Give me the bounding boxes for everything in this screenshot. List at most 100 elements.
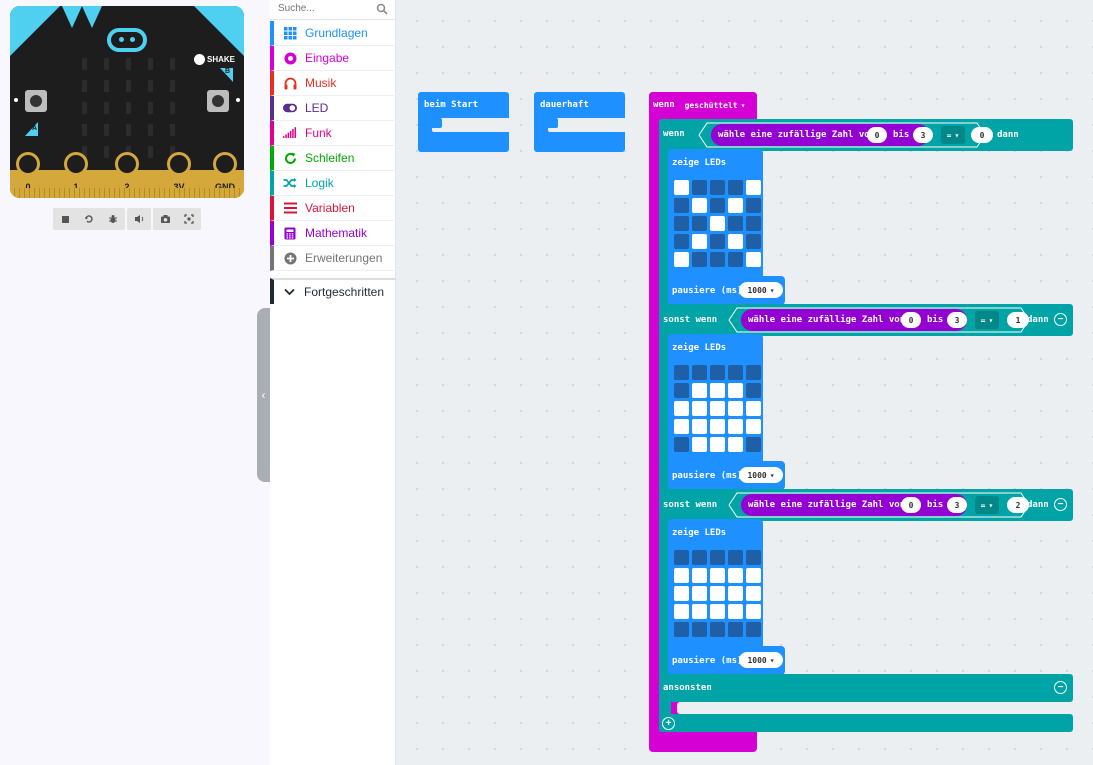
led-cell[interactable] <box>746 401 761 416</box>
led-cell[interactable] <box>710 622 725 637</box>
event-dropdown[interactable]: geschüttelt ▾ <box>679 97 751 113</box>
pause-value-2[interactable]: 1000 ▾ <box>739 652 783 668</box>
led-cell[interactable] <box>692 365 707 380</box>
random-from-1[interactable]: 0 <box>901 312 921 328</box>
led-cell[interactable] <box>728 234 743 249</box>
search-input[interactable] <box>278 3 374 14</box>
led-cell[interactable] <box>674 437 689 452</box>
led-cell[interactable] <box>674 180 689 195</box>
led-cell[interactable] <box>710 383 725 398</box>
led-cell[interactable] <box>746 216 761 231</box>
led-cell[interactable] <box>692 401 707 416</box>
led-cell[interactable] <box>728 586 743 601</box>
led-cell[interactable] <box>674 252 689 267</box>
search-icon[interactable] <box>376 3 388 15</box>
led-cell[interactable] <box>728 622 743 637</box>
pause-value-0[interactable]: 1000 ▾ <box>739 282 783 298</box>
led-cell[interactable] <box>674 419 689 434</box>
led-cell[interactable] <box>692 234 707 249</box>
led-cell[interactable] <box>710 419 725 434</box>
random-to-2[interactable]: 3 <box>947 497 967 513</box>
fullscreen-icon[interactable] <box>177 208 201 230</box>
led-cell[interactable] <box>728 437 743 452</box>
led-cell[interactable] <box>746 586 761 601</box>
led-cell[interactable] <box>710 252 725 267</box>
led-cell[interactable] <box>692 252 707 267</box>
category-logik[interactable]: Logik <box>270 171 396 196</box>
eq-dropdown-0[interactable]: = ▾ <box>943 127 963 143</box>
category-variablen[interactable]: Variablen <box>270 196 396 221</box>
led-cell[interactable] <box>674 401 689 416</box>
led-cell[interactable] <box>692 550 707 565</box>
screenshot-icon[interactable] <box>153 208 177 230</box>
led-cell[interactable] <box>728 252 743 267</box>
led-cell[interactable] <box>710 401 725 416</box>
led-cell[interactable] <box>692 622 707 637</box>
compare-value-2[interactable]: 2 <box>1007 497 1029 513</box>
random-to-0[interactable]: 3 <box>913 127 933 143</box>
category-funk[interactable]: Funk <box>270 121 396 146</box>
pause-value-1[interactable]: 1000 ▾ <box>739 467 783 483</box>
led-cell[interactable] <box>692 216 707 231</box>
led-cell[interactable] <box>674 550 689 565</box>
led-cell[interactable] <box>674 365 689 380</box>
compare-value-1[interactable]: 1 <box>1007 312 1029 328</box>
blocks-workspace[interactable]: beim Start dauerhaft wenn geschüttelt ▾ wenn w… <box>396 0 1093 765</box>
category-advanced[interactable]: Fortgeschritten <box>270 278 396 304</box>
led-cell[interactable] <box>746 604 761 619</box>
led-cell[interactable] <box>692 437 707 452</box>
led-cell[interactable] <box>710 550 725 565</box>
led-cell[interactable] <box>746 622 761 637</box>
button-b[interactable] <box>207 90 229 112</box>
debug-icon[interactable] <box>101 208 125 230</box>
led-cell[interactable] <box>710 365 725 380</box>
led-cell[interactable] <box>746 568 761 583</box>
led-cell[interactable] <box>746 252 761 267</box>
led-cell[interactable] <box>728 604 743 619</box>
category-mathematik[interactable]: Mathematik <box>270 221 396 246</box>
random-from-0[interactable]: 0 <box>867 127 887 143</box>
led-cell[interactable] <box>728 568 743 583</box>
led-cell[interactable] <box>674 622 689 637</box>
random-from-2[interactable]: 0 <box>901 497 921 513</box>
led-cell[interactable] <box>746 365 761 380</box>
led-cell[interactable] <box>674 568 689 583</box>
led-cell[interactable] <box>728 401 743 416</box>
category-led[interactable]: LED <box>270 96 396 121</box>
led-cell[interactable] <box>710 604 725 619</box>
led-cell[interactable] <box>674 216 689 231</box>
led-cell[interactable] <box>746 198 761 213</box>
led-cell[interactable] <box>710 437 725 452</box>
led-cell[interactable] <box>746 383 761 398</box>
led-cell[interactable] <box>746 419 761 434</box>
led-cell[interactable] <box>710 216 725 231</box>
led-cell[interactable] <box>728 180 743 195</box>
remove-branch-button-1[interactable]: − <box>1054 313 1067 326</box>
button-a[interactable] <box>25 90 47 112</box>
led-cell[interactable] <box>674 586 689 601</box>
led-cell[interactable] <box>710 568 725 583</box>
led-cell[interactable] <box>674 383 689 398</box>
led-cell[interactable] <box>728 216 743 231</box>
compare-value-0[interactable]: 0 <box>971 127 993 143</box>
led-cell[interactable] <box>728 550 743 565</box>
led-cell[interactable] <box>728 419 743 434</box>
remove-branch-button-2[interactable]: − <box>1054 498 1067 511</box>
led-cell[interactable] <box>692 383 707 398</box>
led-cell[interactable] <box>746 437 761 452</box>
led-cell[interactable] <box>728 383 743 398</box>
category-musik[interactable]: Musik <box>270 71 396 96</box>
collapse-simulator-button[interactable]: ‹ <box>257 308 270 482</box>
led-cell[interactable] <box>728 198 743 213</box>
led-cell[interactable] <box>746 550 761 565</box>
category-schleifen[interactable]: Schleifen <box>270 146 396 171</box>
add-branch-button[interactable]: + <box>662 717 675 730</box>
eq-dropdown-1[interactable]: = ▾ <box>977 312 997 328</box>
category-grundlagen[interactable]: Grundlagen <box>270 21 396 46</box>
led-cell[interactable] <box>710 586 725 601</box>
sound-icon[interactable] <box>127 208 151 230</box>
led-cell[interactable] <box>710 234 725 249</box>
restart-icon[interactable] <box>77 208 101 230</box>
led-cell[interactable] <box>710 180 725 195</box>
shake-button[interactable]: SHAKE <box>194 54 235 65</box>
